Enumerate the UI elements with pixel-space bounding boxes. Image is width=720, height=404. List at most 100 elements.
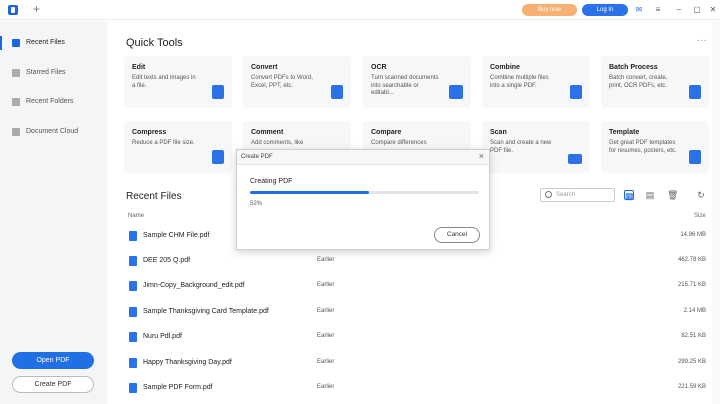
ocr-icon [449,85,463,99]
file-date: Earlier [317,359,335,365]
tool-card-template[interactable]: Template Get great PDF templates for res… [601,121,709,173]
card-title: Scan [490,129,507,136]
progress-bar [250,191,479,194]
scan-icon [568,154,582,164]
card-title: Edit [132,64,146,71]
file-name: Nuru Pdl.pdf [143,333,182,340]
delete-icon[interactable]: 🗑 [667,190,678,200]
pdf-file-icon [129,256,137,266]
pdf-file-icon [129,307,137,317]
compress-icon [212,150,224,164]
tool-card-ocr[interactable]: OCR Turn scanned documents into searchab… [363,56,471,108]
open-pdf-button[interactable]: Open PDF [12,352,94,369]
create-pdf-button[interactable]: Create PDF [12,376,94,393]
file-date: Earlier [317,282,335,288]
table-row[interactable]: Happy Thanksgiving Day.pdf Earlier 299.2… [126,350,711,376]
tool-card-combine[interactable]: Combine Combine multiple files into a si… [482,56,590,108]
sidebar-item-recent-files[interactable]: Recent Files [0,32,107,54]
tool-card-batch-process[interactable]: Batch Process Batch convert, create, pri… [601,56,709,108]
more-options-icon[interactable]: ··· [697,35,707,46]
pdf-file-icon [129,332,137,342]
batch-process-icon [689,85,701,99]
tool-card-edit[interactable]: Edit Edit texts and images in a file. [124,56,232,108]
dialog-title: Create PDF [241,154,273,160]
file-size: 82.51 KB [681,333,706,339]
close-window-icon[interactable]: ✕ [708,5,718,15]
combine-icon [570,85,582,99]
menu-icon[interactable]: ≡ [653,5,663,15]
buy-now-button[interactable]: Buy now [522,4,577,16]
card-desc: Turn scanned documents into searchable o… [371,75,439,96]
tool-card-convert[interactable]: Convert Convert PDFs to Word, Excel, PPT… [243,56,351,108]
card-title: Compress [132,129,167,136]
card-desc: Scan and create a new PDF file. [490,140,552,154]
card-title: Comment [251,129,284,136]
sidebar-item-label: Recent Files [26,39,65,46]
sidebar-item-label: Starred Files [26,69,66,76]
table-row[interactable]: Jimn-Copy_Background_edit.pdf Earlier 21… [126,273,711,299]
tool-card-compress[interactable]: Compress Reduce a PDF file size. [124,121,232,173]
file-name: Happy Thanksgiving Day.pdf [143,359,232,366]
card-desc: Compare differences [371,140,427,146]
maximize-icon[interactable]: ▢ [692,5,702,15]
tool-card-scan[interactable]: Scan Scan and create a new PDF file. [482,121,590,173]
pdf-file-icon [129,383,137,393]
sidebar-item-document-cloud[interactable]: Document Cloud [0,121,107,143]
card-title: Template [609,129,640,136]
minimize-icon[interactable]: – [674,5,684,15]
card-desc: Convert PDFs to Word, Excel, PPT, etc. [251,75,313,89]
close-icon[interactable]: × [479,151,484,161]
dialog-header: Create PDF × [237,150,489,165]
template-icon [689,150,701,164]
login-button[interactable]: Log In [582,4,628,16]
card-title: Convert [251,64,278,71]
search-input[interactable]: Search [540,188,615,202]
search-placeholder: Search [556,192,576,198]
file-date: Earlier [317,384,335,390]
sidebar-item-label: Document Cloud [26,128,79,135]
table-row[interactable]: Sample PDF Form.pdf Earlier 221.59 KB [126,375,711,401]
table-row[interactable]: Nuru Pdl.pdf Earlier 82.51 KB [126,324,711,350]
column-header-name: Name [128,213,145,219]
thumbnail-view-icon[interactable]: ▤ [645,190,655,200]
mail-icon[interactable]: ✉ [634,5,644,15]
file-size: 299.25 KB [677,359,706,365]
progress-percent: 52% [250,201,263,207]
card-desc: Combine multiple files into a single PDF… [490,75,549,89]
cancel-button[interactable]: Cancel [434,227,480,243]
scrollbar[interactable] [712,21,720,404]
new-tab-plus-icon[interactable]: + [33,3,40,15]
file-size: 462.78 KB [677,257,706,263]
file-name: Sample CHM File.pdf [143,232,210,239]
card-desc: Batch convert, create, print, OCR PDFs, … [609,75,668,89]
pdf-file-icon [129,358,137,368]
quick-tools-title: Quick Tools [126,37,183,49]
refresh-icon[interactable]: ↻ [696,190,706,200]
file-name: Sample PDF Form.pdf [143,384,213,391]
sidebar-item-recent-folders[interactable]: Recent Folders [0,91,107,113]
grid-view-icon[interactable]: ▦ [624,190,634,201]
column-header-size: Size [694,213,706,219]
file-size: 14.96 MB [680,232,706,238]
cloud-icon [12,128,20,136]
file-size: 215.71 KB [677,282,706,288]
card-title: Batch Process [609,64,658,71]
sidebar: Recent Files Starred Files Recent Folder… [0,21,107,404]
edit-icon [212,85,224,99]
card-desc: Add comments, like [251,140,304,146]
file-name: Sample Thanksgiving Card Template.pdf [143,308,269,315]
create-pdf-dialog: Create PDF × Creating PDF 52% Cancel [236,149,490,250]
file-name: Jimn-Copy_Background_edit.pdf [143,282,245,289]
folder-icon [12,98,20,106]
clock-icon [12,39,20,47]
convert-icon [331,85,343,99]
recent-files-title: Recent Files [126,191,182,202]
table-row[interactable]: Sample Thanksgiving Card Template.pdf Ea… [126,299,711,325]
sidebar-item-starred-files[interactable]: Starred Files [0,62,107,84]
file-size: 221.59 KB [677,384,706,390]
card-title: OCR [371,64,387,71]
sidebar-item-label: Recent Folders [26,98,74,105]
title-bar: + Buy now Log In ✉ ≡ – ▢ ✕ [0,0,720,20]
search-icon [545,191,552,198]
table-row[interactable]: DEE 205 Q.pdf Earlier 462.78 KB [126,248,711,274]
